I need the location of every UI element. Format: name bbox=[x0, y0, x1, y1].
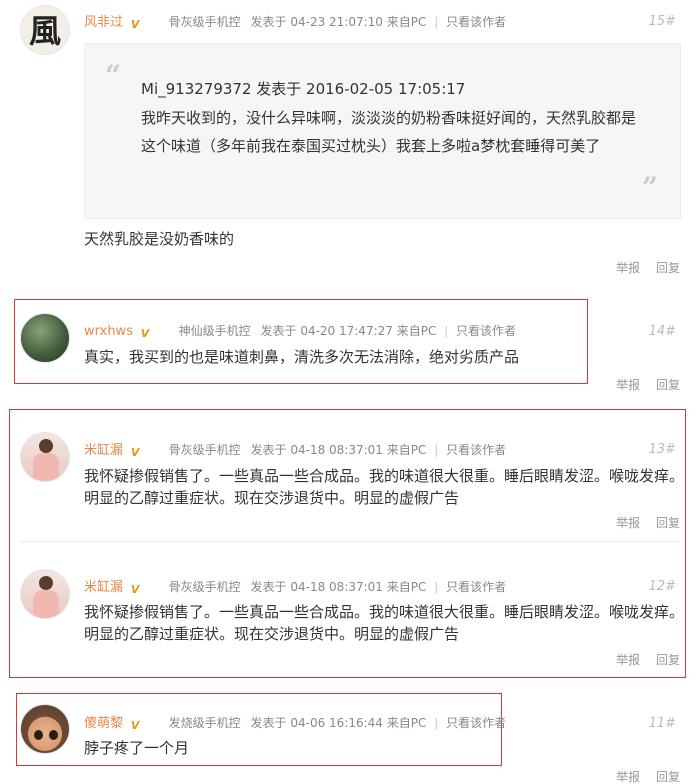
avatar[interactable] bbox=[20, 432, 70, 482]
report-link[interactable]: 举报 bbox=[616, 770, 640, 784]
vip-badge-icon: V bbox=[130, 719, 140, 732]
avatar[interactable] bbox=[20, 569, 70, 619]
posted-label: 发表于 bbox=[260, 324, 297, 338]
floor-number: 13# bbox=[648, 442, 676, 457]
quote-close-icon: ” bbox=[641, 171, 658, 204]
posted-label: 发表于 bbox=[250, 443, 287, 457]
post-13: 米缸漏 V 骨灰级手机控 发表于 04-18 08:37:01 来自PC | 只… bbox=[0, 410, 700, 540]
reply-link[interactable]: 回复 bbox=[656, 770, 680, 784]
report-link[interactable]: 举报 bbox=[616, 516, 640, 530]
avatar-figure-body bbox=[33, 590, 59, 618]
post-actions: 举报 回复 bbox=[604, 514, 680, 531]
post-time: 04-20 17:47:27 bbox=[300, 324, 393, 338]
divider bbox=[20, 541, 680, 542]
separator: | bbox=[434, 580, 439, 594]
only-author-link[interactable]: 只看该作者 bbox=[446, 15, 506, 29]
avatar[interactable]: 風 bbox=[20, 5, 70, 55]
separator: | bbox=[434, 15, 439, 29]
post-time: 04-18 08:37:01 bbox=[290, 443, 383, 457]
source-label: 来自PC bbox=[386, 443, 427, 457]
post-actions: 举报 回复 bbox=[604, 376, 680, 393]
avatar-eye-left bbox=[34, 730, 43, 740]
post-actions: 举报 回复 bbox=[604, 651, 680, 668]
post-content: 天然乳胶是没奶香味的 bbox=[84, 230, 235, 248]
post-time: 04-23 21:07:10 bbox=[290, 15, 383, 29]
post-content: 我怀疑掺假销售了。一些真品一些合成品。我的味道很大很重。睡后眼睛发涩。喉咙发痒。… bbox=[84, 467, 685, 507]
reply-link[interactable]: 回复 bbox=[656, 378, 680, 392]
vip-badge-icon: V bbox=[140, 327, 150, 340]
username-link[interactable]: 米缸漏 bbox=[84, 443, 123, 458]
avatar[interactable] bbox=[20, 704, 70, 754]
user-level: 神仙级手机控 bbox=[178, 324, 251, 338]
post-content: 真实，我买到的也是味道刺鼻，清洗多次无法消除，绝对劣质产品 bbox=[84, 348, 520, 366]
post-15: 風 风非过 V 骨灰级手机控 发表于 04-23 21:07:10 来自PC |… bbox=[0, 0, 700, 290]
reply-link[interactable]: 回复 bbox=[656, 261, 680, 275]
post-11: 傻萌黎 V 发烧级手机控 发表于 04-06 16:16:44 来自PC | 只… bbox=[0, 694, 700, 784]
user-level: 骨灰级手机控 bbox=[168, 443, 241, 457]
quote-text: 我昨天收到的，没什么异味啊，淡淡淡的奶粉香味挺好闻的，天然乳胶都是这个味道（多年… bbox=[141, 109, 637, 155]
source-label: 来自PC bbox=[386, 716, 427, 730]
avatar-calligraphy: 風 bbox=[28, 12, 61, 50]
report-link[interactable]: 举报 bbox=[616, 653, 640, 667]
post-actions: 举报 回复 bbox=[604, 259, 680, 276]
avatar-figure-body bbox=[33, 453, 59, 481]
user-level: 骨灰级手机控 bbox=[168, 580, 241, 594]
report-link[interactable]: 举报 bbox=[616, 261, 640, 275]
only-author-link[interactable]: 只看该作者 bbox=[446, 443, 506, 457]
post-meta: 傻萌黎 V 发烧级手机控 发表于 04-06 16:16:44 来自PC | 只… bbox=[84, 714, 506, 732]
quote-author: Mi_913279372 发表于 2016-02-05 17:05:17 bbox=[141, 80, 466, 98]
vip-badge-icon: V bbox=[130, 18, 140, 31]
separator: | bbox=[434, 716, 439, 730]
floor-number: 15# bbox=[648, 14, 676, 29]
only-author-link[interactable]: 只看该作者 bbox=[456, 324, 516, 338]
post-meta: 米缸漏 V 骨灰级手机控 发表于 04-18 08:37:01 来自PC | 只… bbox=[84, 441, 506, 459]
quote-open-icon: “ bbox=[105, 59, 122, 92]
avatar-figure bbox=[39, 576, 53, 590]
post-12: 米缸漏 V 骨灰级手机控 发表于 04-18 08:37:01 来自PC | 只… bbox=[0, 547, 700, 677]
post-content: 脖子疼了一个月 bbox=[84, 739, 190, 757]
source-label: 来自PC bbox=[386, 15, 427, 29]
only-author-link[interactable]: 只看该作者 bbox=[446, 580, 506, 594]
username-link[interactable]: 傻萌黎 bbox=[84, 716, 123, 731]
source-label: 来自PC bbox=[386, 580, 427, 594]
separator: | bbox=[434, 443, 439, 457]
user-level: 发烧级手机控 bbox=[168, 716, 241, 730]
post-meta: wrxhws V 神仙级手机控 发表于 04-20 17:47:27 来自PC … bbox=[84, 322, 516, 340]
posted-label: 发表于 bbox=[250, 580, 287, 594]
posted-label: 发表于 bbox=[250, 15, 287, 29]
post-time: 04-06 16:16:44 bbox=[290, 716, 383, 730]
source-label: 来自PC bbox=[396, 324, 437, 338]
posted-label: 发表于 bbox=[250, 716, 287, 730]
only-author-link[interactable]: 只看该作者 bbox=[446, 716, 506, 730]
post-content: 我怀疑掺假销售了。一些真品一些合成品。我的味道很大很重。睡后眼睛发涩。喉咙发痒。… bbox=[84, 603, 685, 643]
username-link[interactable]: 米缸漏 bbox=[84, 580, 123, 595]
floor-number: 11# bbox=[648, 716, 676, 731]
avatar[interactable] bbox=[20, 313, 70, 363]
post-time: 04-18 08:37:01 bbox=[290, 580, 383, 594]
separator: | bbox=[444, 324, 449, 338]
vip-badge-icon: V bbox=[130, 446, 140, 459]
username-link[interactable]: 风非过 bbox=[84, 15, 123, 30]
post-meta: 风非过 V 骨灰级手机控 发表于 04-23 21:07:10 来自PC | 只… bbox=[84, 13, 506, 31]
post-14: wrxhws V 神仙级手机控 发表于 04-20 17:47:27 来自PC … bbox=[0, 300, 700, 400]
quote-block: “ Mi_913279372 发表于 2016-02-05 17:05:17 我… bbox=[84, 43, 681, 219]
report-link[interactable]: 举报 bbox=[616, 378, 640, 392]
vip-badge-icon: V bbox=[130, 583, 140, 596]
user-level: 骨灰级手机控 bbox=[168, 15, 241, 29]
reply-link[interactable]: 回复 bbox=[656, 516, 680, 530]
floor-number: 14# bbox=[648, 324, 676, 339]
post-actions: 举报 回复 bbox=[604, 768, 680, 784]
avatar-eye-right bbox=[49, 730, 58, 740]
username-link[interactable]: wrxhws bbox=[84, 324, 133, 339]
avatar-figure bbox=[39, 439, 53, 453]
post-meta: 米缸漏 V 骨灰级手机控 发表于 04-18 08:37:01 来自PC | 只… bbox=[84, 578, 506, 596]
reply-link[interactable]: 回复 bbox=[656, 653, 680, 667]
floor-number: 12# bbox=[648, 579, 676, 594]
